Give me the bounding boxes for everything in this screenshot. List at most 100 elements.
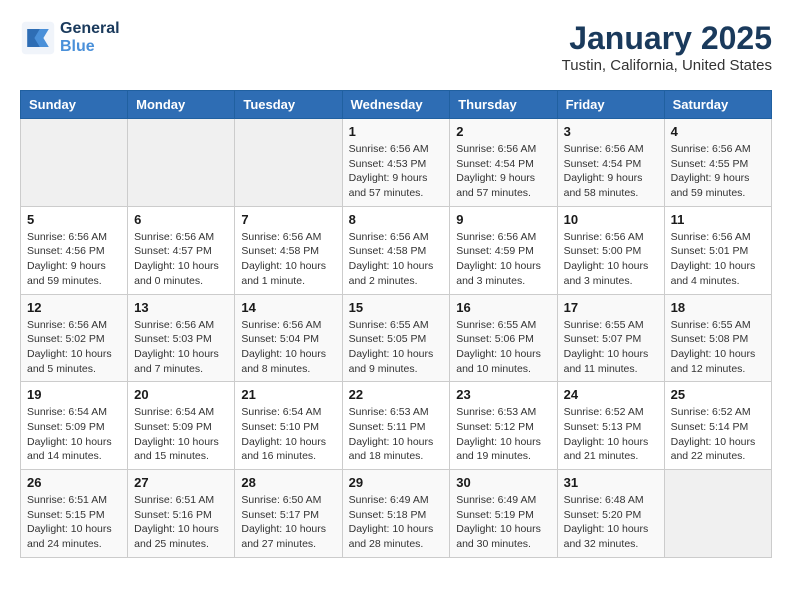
month-title: January 2025	[562, 20, 772, 57]
day-info: Sunrise: 6:54 AM Sunset: 5:09 PM Dayligh…	[134, 405, 228, 464]
day-info: Sunrise: 6:55 AM Sunset: 5:06 PM Dayligh…	[456, 318, 550, 377]
day-info: Sunrise: 6:56 AM Sunset: 4:53 PM Dayligh…	[349, 142, 444, 201]
day-number: 3	[564, 124, 658, 139]
day-number: 27	[134, 475, 228, 490]
day-info: Sunrise: 6:52 AM Sunset: 5:14 PM Dayligh…	[671, 405, 765, 464]
day-number: 30	[456, 475, 550, 490]
calendar-cell: 4 Sunrise: 6:56 AM Sunset: 4:55 PM Daylig…	[664, 119, 771, 207]
calendar-cell: 8 Sunrise: 6:56 AM Sunset: 4:58 PM Daylig…	[342, 206, 450, 294]
day-info: Sunrise: 6:56 AM Sunset: 4:58 PM Dayligh…	[241, 230, 335, 289]
day-number: 9	[456, 212, 550, 227]
calendar-cell: 5 Sunrise: 6:56 AM Sunset: 4:56 PM Daylig…	[21, 206, 128, 294]
calendar-cell: 19 Sunrise: 6:54 AM Sunset: 5:09 PM Dayli…	[21, 382, 128, 470]
calendar-cell: 23Sunrise: 6:53 AM Sunset: 5:12 PM Dayli…	[450, 382, 557, 470]
calendar-cell: 15Sunrise: 6:55 AM Sunset: 5:05 PM Dayli…	[342, 294, 450, 382]
day-number: 19	[27, 387, 121, 402]
calendar-cell: 7Sunrise: 6:56 AM Sunset: 4:58 PM Daylig…	[235, 206, 342, 294]
calendar-cell: 9 Sunrise: 6:56 AM Sunset: 4:59 PM Daylig…	[450, 206, 557, 294]
day-number: 28	[241, 475, 335, 490]
calendar-cell: 18Sunrise: 6:55 AM Sunset: 5:08 PM Dayli…	[664, 294, 771, 382]
calendar-cell: 14 Sunrise: 6:56 AM Sunset: 5:04 PM Dayli…	[235, 294, 342, 382]
day-info: Sunrise: 6:50 AM Sunset: 5:17 PM Dayligh…	[241, 493, 335, 552]
day-number: 24	[564, 387, 658, 402]
calendar-cell: 1 Sunrise: 6:56 AM Sunset: 4:53 PM Daylig…	[342, 119, 450, 207]
day-number: 22	[349, 387, 444, 402]
day-info: Sunrise: 6:56 AM Sunset: 4:59 PM Dayligh…	[456, 230, 550, 289]
page-header: General Blue January 2025 Tustin, Califo…	[20, 20, 772, 74]
day-number: 4	[671, 124, 765, 139]
logo-text: General Blue	[60, 20, 120, 56]
day-number: 18	[671, 300, 765, 315]
title-block: January 2025 Tustin, California, United …	[562, 20, 772, 74]
day-info: Sunrise: 6:51 AM Sunset: 5:15 PM Dayligh…	[27, 493, 121, 552]
logo-icon	[20, 20, 56, 56]
day-number: 16	[456, 300, 550, 315]
weekday-header: Monday	[128, 91, 235, 119]
weekday-header: Tuesday	[235, 91, 342, 119]
day-number: 5	[27, 212, 121, 227]
day-info: Sunrise: 6:56 AM Sunset: 5:03 PM Dayligh…	[134, 318, 228, 377]
calendar-cell: 16 Sunrise: 6:55 AM Sunset: 5:06 PM Dayli…	[450, 294, 557, 382]
calendar-cell: 24 Sunrise: 6:52 AM Sunset: 5:13 PM Dayli…	[557, 382, 664, 470]
day-number: 11	[671, 212, 765, 227]
day-number: 10	[564, 212, 658, 227]
calendar-cell	[664, 470, 771, 558]
day-info: Sunrise: 6:55 AM Sunset: 5:05 PM Dayligh…	[349, 318, 444, 377]
calendar-week-row: 5 Sunrise: 6:56 AM Sunset: 4:56 PM Daylig…	[21, 206, 772, 294]
weekday-header: Sunday	[21, 91, 128, 119]
day-info: Sunrise: 6:55 AM Sunset: 5:07 PM Dayligh…	[564, 318, 658, 377]
calendar-cell: 2 Sunrise: 6:56 AM Sunset: 4:54 PM Daylig…	[450, 119, 557, 207]
day-number: 2	[456, 124, 550, 139]
day-info: Sunrise: 6:48 AM Sunset: 5:20 PM Dayligh…	[564, 493, 658, 552]
calendar-week-row: 26 Sunrise: 6:51 AM Sunset: 5:15 PM Dayli…	[21, 470, 772, 558]
day-number: 12	[27, 300, 121, 315]
calendar-cell	[235, 119, 342, 207]
day-number: 6	[134, 212, 228, 227]
calendar-cell: 17Sunrise: 6:55 AM Sunset: 5:07 PM Dayli…	[557, 294, 664, 382]
day-info: Sunrise: 6:56 AM Sunset: 4:57 PM Dayligh…	[134, 230, 228, 289]
day-info: Sunrise: 6:56 AM Sunset: 4:54 PM Dayligh…	[456, 142, 550, 201]
calendar-cell: 6 Sunrise: 6:56 AM Sunset: 4:57 PM Daylig…	[128, 206, 235, 294]
day-info: Sunrise: 6:49 AM Sunset: 5:18 PM Dayligh…	[349, 493, 444, 552]
day-number: 29	[349, 475, 444, 490]
day-info: Sunrise: 6:52 AM Sunset: 5:13 PM Dayligh…	[564, 405, 658, 464]
calendar-cell	[21, 119, 128, 207]
calendar-cell: 10Sunrise: 6:56 AM Sunset: 5:00 PM Dayli…	[557, 206, 664, 294]
location: Tustin, California, United States	[562, 57, 772, 74]
day-number: 1	[349, 124, 444, 139]
weekday-header: Saturday	[664, 91, 771, 119]
calendar-week-row: 1 Sunrise: 6:56 AM Sunset: 4:53 PM Daylig…	[21, 119, 772, 207]
day-number: 23	[456, 387, 550, 402]
weekday-header-row: SundayMondayTuesdayWednesdayThursdayFrid…	[21, 91, 772, 119]
calendar-cell: 13Sunrise: 6:56 AM Sunset: 5:03 PM Dayli…	[128, 294, 235, 382]
day-number: 20	[134, 387, 228, 402]
day-info: Sunrise: 6:56 AM Sunset: 5:04 PM Dayligh…	[241, 318, 335, 377]
day-info: Sunrise: 6:51 AM Sunset: 5:16 PM Dayligh…	[134, 493, 228, 552]
calendar-week-row: 12 Sunrise: 6:56 AM Sunset: 5:02 PM Dayli…	[21, 294, 772, 382]
day-number: 14	[241, 300, 335, 315]
day-info: Sunrise: 6:54 AM Sunset: 5:09 PM Dayligh…	[27, 405, 121, 464]
calendar-cell: 31 Sunrise: 6:48 AM Sunset: 5:20 PM Dayli…	[557, 470, 664, 558]
calendar-cell: 3Sunrise: 6:56 AM Sunset: 4:54 PM Daylig…	[557, 119, 664, 207]
calendar-cell	[128, 119, 235, 207]
calendar-cell: 25Sunrise: 6:52 AM Sunset: 5:14 PM Dayli…	[664, 382, 771, 470]
weekday-header: Thursday	[450, 91, 557, 119]
weekday-header: Wednesday	[342, 91, 450, 119]
calendar: SundayMondayTuesdayWednesdayThursdayFrid…	[20, 90, 772, 558]
day-info: Sunrise: 6:56 AM Sunset: 4:58 PM Dayligh…	[349, 230, 444, 289]
day-number: 31	[564, 475, 658, 490]
day-info: Sunrise: 6:54 AM Sunset: 5:10 PM Dayligh…	[241, 405, 335, 464]
calendar-week-row: 19 Sunrise: 6:54 AM Sunset: 5:09 PM Dayli…	[21, 382, 772, 470]
calendar-cell: 28 Sunrise: 6:50 AM Sunset: 5:17 PM Dayli…	[235, 470, 342, 558]
day-number: 26	[27, 475, 121, 490]
day-info: Sunrise: 6:56 AM Sunset: 4:55 PM Dayligh…	[671, 142, 765, 201]
calendar-cell: 29 Sunrise: 6:49 AM Sunset: 5:18 PM Dayli…	[342, 470, 450, 558]
day-info: Sunrise: 6:56 AM Sunset: 4:56 PM Dayligh…	[27, 230, 121, 289]
day-info: Sunrise: 6:49 AM Sunset: 5:19 PM Dayligh…	[456, 493, 550, 552]
calendar-cell: 22Sunrise: 6:53 AM Sunset: 5:11 PM Dayli…	[342, 382, 450, 470]
day-info: Sunrise: 6:56 AM Sunset: 5:02 PM Dayligh…	[27, 318, 121, 377]
weekday-header: Friday	[557, 91, 664, 119]
calendar-cell: 20 Sunrise: 6:54 AM Sunset: 5:09 PM Dayli…	[128, 382, 235, 470]
calendar-cell: 12 Sunrise: 6:56 AM Sunset: 5:02 PM Dayli…	[21, 294, 128, 382]
day-number: 8	[349, 212, 444, 227]
